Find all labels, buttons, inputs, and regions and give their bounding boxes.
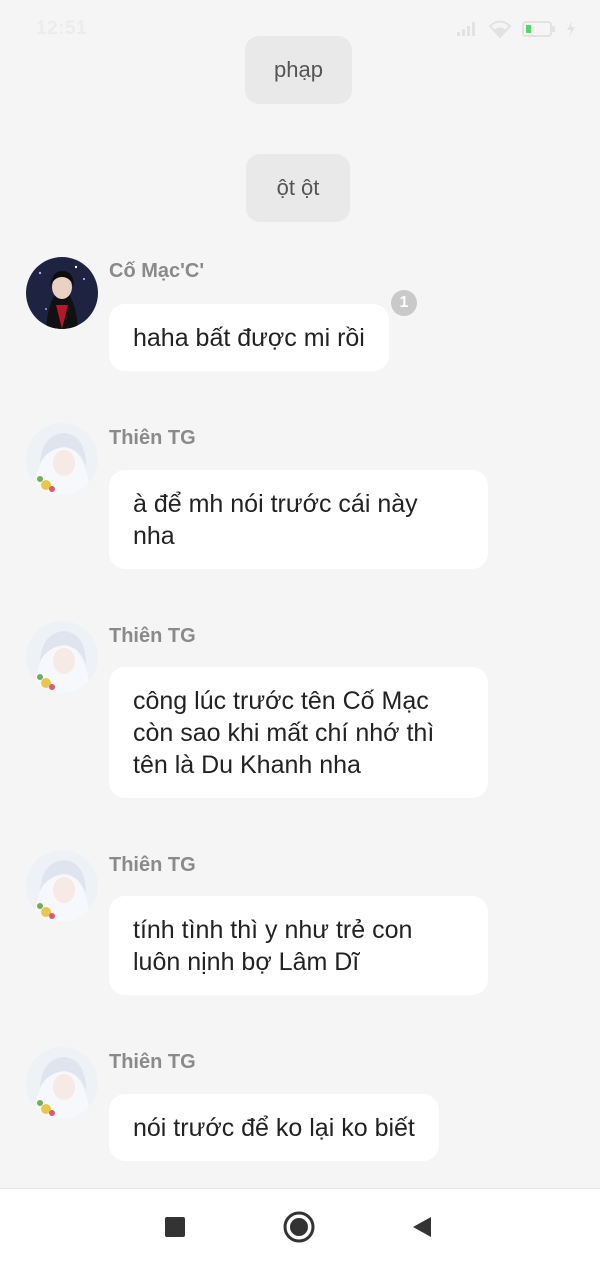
message-bubble[interactable]: tính tình thì y như trẻ con luôn nịnh bợ… [109, 896, 488, 995]
wifi-icon [488, 20, 512, 38]
avatar[interactable] [26, 850, 98, 922]
sticker-text-1: phạp [274, 57, 323, 82]
sticker-bubble-2[interactable]: ột ột [246, 154, 350, 222]
battery-icon [522, 20, 556, 38]
charging-icon [566, 20, 576, 38]
recent-apps-button[interactable] [159, 1213, 191, 1245]
square-icon [164, 1216, 186, 1243]
message-bubble[interactable]: công lúc trước tên Cố Mạc còn sao khi mấ… [109, 667, 488, 798]
back-triangle-icon [411, 1215, 433, 1244]
sticker-text-2: ột ột [276, 175, 320, 200]
sender-name: Thiên TG [109, 1051, 196, 1073]
sender-name: Cố Mạc'C' [109, 260, 205, 282]
avatar[interactable] [26, 257, 98, 329]
sender-name: Thiên TG [109, 427, 196, 449]
navigation-bar [0, 1188, 600, 1267]
message-bubble[interactable]: haha bất được mi rồi [109, 304, 389, 371]
sender-name: Thiên TG [109, 625, 196, 647]
avatar[interactable] [26, 423, 98, 495]
sender-name: Thiên TG [109, 854, 196, 876]
back-button[interactable] [406, 1213, 438, 1245]
unread-badge: 1 [391, 290, 417, 316]
status-icons [456, 18, 576, 40]
avatar[interactable] [26, 1047, 98, 1119]
sticker-bubble-1[interactable]: phạp [245, 36, 352, 104]
avatar[interactable] [26, 621, 98, 693]
status-time: 12:51 [36, 18, 88, 39]
message-bubble[interactable]: nói trước để ko lại ko biết [109, 1094, 439, 1161]
signal-icon [456, 21, 478, 37]
home-button[interactable] [283, 1211, 315, 1248]
home-circle-icon [283, 1211, 315, 1248]
message-bubble[interactable]: à để mh nói trước cái này nha [109, 470, 488, 569]
